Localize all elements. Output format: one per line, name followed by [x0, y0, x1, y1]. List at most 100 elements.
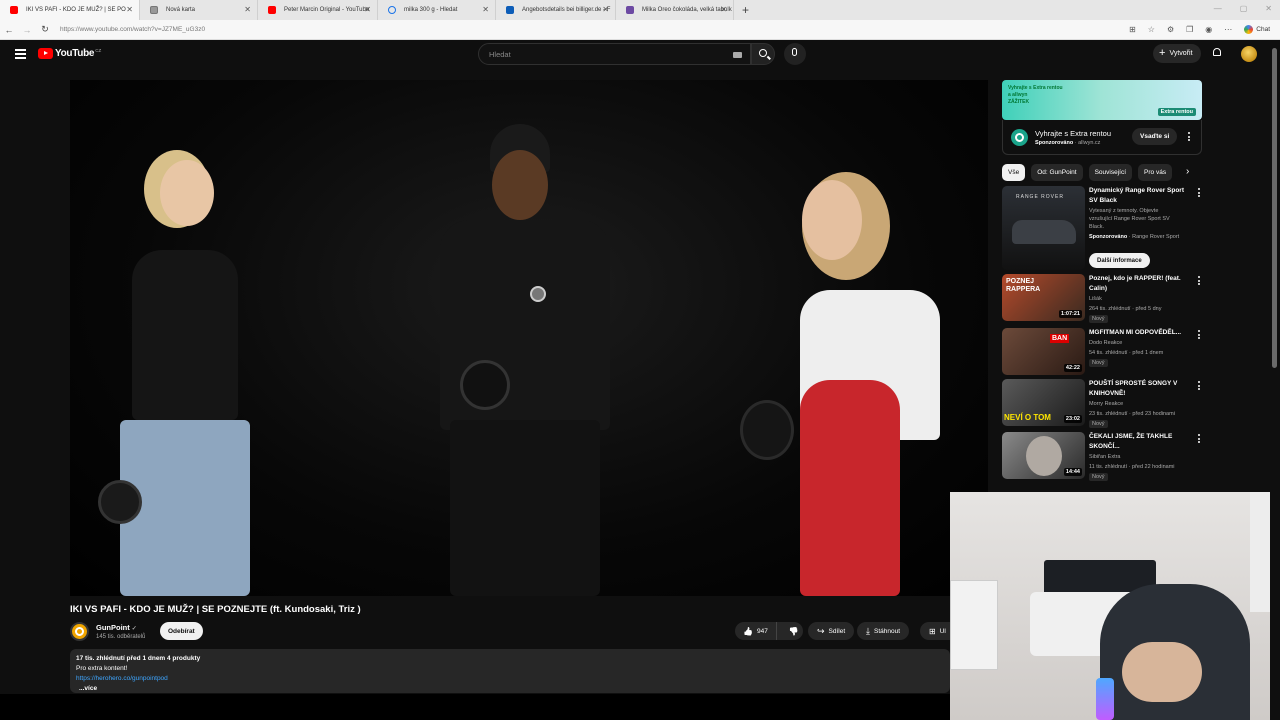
keyboard-icon[interactable] [733, 52, 742, 58]
tab-active-video[interactable]: IKI VS PAFI - KDO JE MUŽ? | SE PO ✕ [0, 0, 140, 20]
show-more-button[interactable]: ...více [79, 685, 97, 692]
more-info-button[interactable]: Další informace [1089, 253, 1150, 268]
page-scrollbar[interactable] [1270, 40, 1280, 720]
description-box[interactable]: 17 tis. zhlédnutí před 1 dnem 4 produkty… [70, 649, 950, 693]
duration-badge: 23:02 [1063, 415, 1082, 423]
back-icon[interactable]: ← [0, 25, 18, 35]
extensions-icon[interactable]: ⚙ [1167, 25, 1174, 34]
close-icon[interactable]: ✕ [720, 5, 727, 14]
video-frame [70, 80, 988, 596]
sponsored-label: Sponzorováno [1089, 234, 1128, 240]
list-item[interactable]: NEVÍ O TOM 23:02 POUŠTÍ SPROSTÉ SONGY V … [1002, 379, 1202, 428]
dislike-button[interactable]: 👎 [781, 622, 807, 640]
list-item[interactable]: BAN 42:22 MGFITMAN MI ODPOVĚDĚL... Dodo … [1002, 328, 1202, 376]
sponsored-label: Sponzorováno [1035, 140, 1074, 146]
channel-avatar[interactable] [70, 622, 89, 641]
share-icon: ↪ [817, 625, 825, 636]
forward-icon[interactable]: → [18, 25, 36, 35]
tab-milka-oreo[interactable]: Milka Oreo čokoláda, velká tabulk ✕ [616, 0, 734, 20]
filter-chips: Vše Od: GunPoint Související Pro vás [1002, 164, 1173, 181]
notifications-bell-icon[interactable] [1212, 48, 1222, 59]
youtube-favicon-icon [10, 6, 18, 14]
url-field[interactable]: https://www.youtube.com/watch?v=JZ7ME_uG… [60, 26, 1129, 33]
minimize-icon[interactable]: — [1214, 4, 1222, 13]
ad-banner-line-2: a allwyn [1008, 92, 1028, 98]
chip-for-you[interactable]: Pro vás [1138, 164, 1173, 181]
voice-search-button[interactable] [784, 43, 806, 65]
tab-milka-search[interactable]: milka 300 g - Hledat ✕ [378, 0, 496, 20]
copilot-chat-button[interactable]: Chat [1244, 25, 1270, 34]
new-tab-button[interactable]: + [734, 3, 757, 17]
new-badge: Nový [1089, 315, 1108, 323]
subscribe-button[interactable]: Odebírat [160, 622, 203, 640]
copilot-icon [1244, 25, 1254, 34]
close-icon[interactable]: ✕ [244, 5, 251, 14]
create-button[interactable]: + Vytvořit [1153, 44, 1201, 63]
tab-new-tab[interactable]: Nová karta ✕ [140, 0, 258, 20]
more-vert-icon[interactable] [1198, 188, 1201, 198]
scrollbar-thumb[interactable] [1272, 48, 1277, 368]
description-text: Pro extra kontent! [76, 665, 128, 672]
thumbnail-text: BAN [1050, 334, 1070, 343]
microphone-icon [792, 48, 797, 56]
search-button[interactable] [751, 43, 775, 65]
menu-icon[interactable] [15, 49, 26, 59]
more-vert-icon[interactable] [1198, 381, 1201, 391]
profile-icon[interactable]: ◉ [1205, 25, 1212, 34]
download-button[interactable]: ⤓ Stáhnout [857, 622, 910, 640]
favorite-star-icon[interactable]: ☆ [1148, 25, 1155, 34]
plus-icon: + [1159, 47, 1166, 59]
sponsor-line: Sponzorováno · Range Rover Sport [1089, 233, 1179, 242]
face-shape [1026, 436, 1062, 476]
like-dislike-group: 👍 947 👎 [735, 622, 803, 640]
chip-related[interactable]: Související [1088, 164, 1133, 181]
search-input[interactable]: Hledat [478, 43, 751, 65]
description-link[interactable]: https://herohero.co/gunpointpod [76, 675, 168, 682]
allwyn-logo-icon [1011, 129, 1028, 146]
close-icon[interactable]: ✕ [126, 5, 133, 14]
list-item[interactable]: POZNEJ RAPPERA 1:07:21 Poznej, kdo je RA… [1002, 274, 1202, 323]
video-player[interactable] [70, 80, 988, 596]
user-avatar[interactable] [1241, 46, 1257, 62]
window-controls: — ▢ ✕ [1214, 4, 1272, 13]
close-icon[interactable]: ✕ [482, 5, 489, 14]
tab-peter-marcin[interactable]: Peter Marcin Original - YouTube ✕ [258, 0, 378, 20]
chevron-right-icon[interactable]: › [1186, 166, 1189, 177]
list-item[interactable]: 14:44 ČEKALI JSME, ŽE TAKHLE SKONČÍ... S… [1002, 432, 1202, 481]
more-vert-icon[interactable] [1198, 434, 1201, 444]
bottom-strip [0, 694, 950, 720]
apps-icon[interactable]: ⊞ [1129, 25, 1136, 34]
ad-cta-button[interactable]: Vsaďte si [1132, 128, 1178, 145]
list-item-ad-range-rover[interactable]: RANGE ROVER Dynamický Range Rover Sport … [1002, 186, 1202, 270]
video-thumbnail: BAN 42:22 [1002, 328, 1085, 375]
chip-all[interactable]: Vše [1002, 164, 1026, 181]
maximize-icon[interactable]: ▢ [1240, 4, 1248, 13]
channel-name[interactable]: Dodo Reakce [1089, 339, 1122, 348]
reload-icon[interactable]: ↻ [36, 24, 54, 35]
new-badge: Nový [1089, 359, 1108, 367]
share-button[interactable]: ↪ Sdílet [808, 622, 855, 640]
close-icon[interactable]: ✕ [602, 5, 609, 14]
ad-banner-line-3: ZÁŽITEK [1008, 99, 1030, 105]
ad-sponsor-line: Sponzorováno · allwyn.cz [1035, 140, 1100, 146]
logo-country: CZ [95, 47, 102, 53]
channel-name[interactable]: GunPoint ✓ [96, 623, 137, 632]
like-button[interactable]: 👍 947 [735, 622, 777, 640]
ad-banner-image[interactable]: Vyhrajte s Extra rentou a allwyn ZÁŽITEK… [1002, 80, 1202, 120]
person-right [740, 180, 960, 596]
channel-name[interactable]: Lišák [1089, 295, 1102, 304]
chip-from-channel[interactable]: Od: GunPoint [1031, 164, 1083, 181]
channel-name[interactable]: Sibiřan Extra [1089, 453, 1121, 462]
youtube-logo[interactable]: YouTube CZ [38, 48, 101, 59]
more-icon[interactable]: ⋯ [1224, 25, 1232, 34]
tab-billiger[interactable]: Angebotsdetails bei billiger.de - F ✕ [496, 0, 616, 20]
more-vert-icon[interactable] [1198, 276, 1201, 286]
close-window-icon[interactable]: ✕ [1265, 4, 1272, 13]
more-vert-icon[interactable] [1188, 132, 1191, 142]
tab-title: Nová karta [166, 7, 196, 13]
more-vert-icon[interactable] [1198, 330, 1201, 340]
ad-card[interactable]: Vyhrajte s Extra rentou Sponzorováno · a… [1002, 120, 1202, 155]
collections-icon[interactable]: ❐ [1186, 25, 1193, 34]
close-icon[interactable]: ✕ [364, 5, 371, 14]
channel-name[interactable]: Morry Reakce [1089, 400, 1123, 409]
